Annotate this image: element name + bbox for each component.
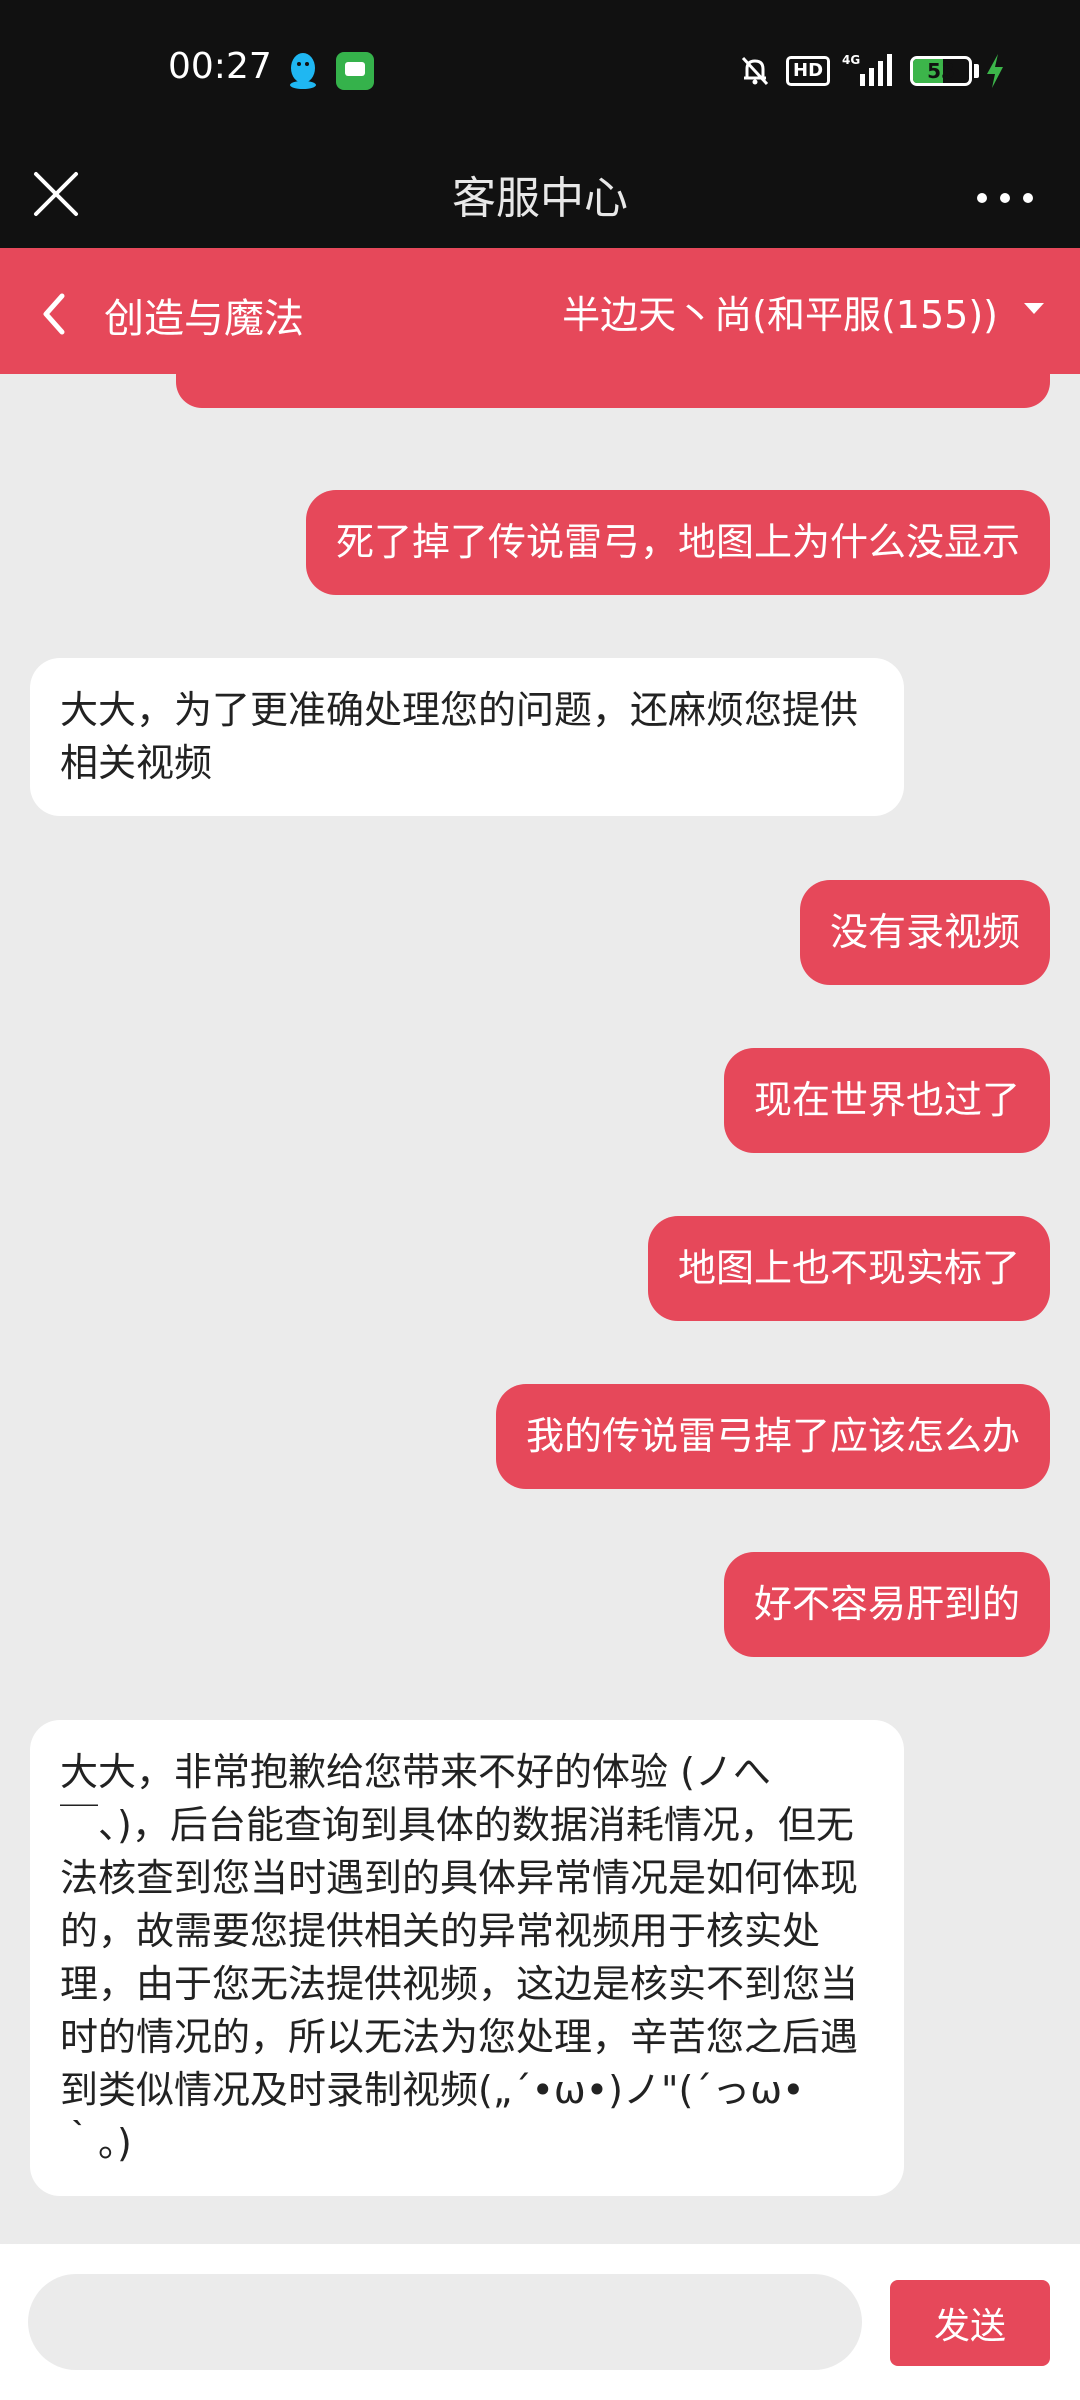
qq-icon (290, 53, 316, 89)
triangle-down-icon (1024, 303, 1044, 314)
battery-level: 53 (927, 59, 955, 83)
page-title: 客服中心 (452, 173, 628, 224)
hd-badge: HD (786, 56, 831, 86)
charging-icon (987, 54, 1003, 88)
signal-icon: 4G (842, 53, 892, 86)
title-bar: 客服中心 (0, 144, 1080, 248)
chat-area[interactable]: 死了掉了传说雷弓，地图上为什么没显示 大大，为了更准确处理您的问题，还麻烦您提供… (0, 374, 1080, 2244)
message-input[interactable] (28, 2274, 862, 2370)
message-bubble-out: 死了掉了传说雷弓，地图上为什么没显示 (305, 490, 1050, 595)
send-button[interactable]: 发送 (890, 2280, 1050, 2366)
message-bubble-out: 没有录视频 (799, 880, 1050, 985)
message-icon (336, 52, 374, 90)
message-bubble-out: 现在世界也过了 (723, 1048, 1050, 1153)
status-time: 00:27 (168, 46, 272, 87)
server-name: 半边天丶尚(和平服(155)) (562, 293, 998, 337)
message-bubble-out: 好不容易肝到的 (723, 1552, 1050, 1657)
server-select[interactable]: 半边天丶尚(和平服(155)) (540, 278, 1060, 342)
game-name[interactable]: 创造与魔法 (104, 286, 304, 344)
game-bar: 创造与魔法 半边天丶尚(和平服(155)) (0, 248, 1080, 374)
message-bubble-in: 大大，非常抱歉给您带来不好的体验 (ノへ￣、)，后台能查询到具体的数据消耗情况，… (30, 1720, 904, 2196)
chevron-left-icon[interactable] (30, 286, 80, 342)
image-message[interactable] (176, 374, 1050, 408)
message-bubble-out: 地图上也不现实标了 (647, 1216, 1050, 1321)
network-label: 4G (842, 53, 860, 67)
mute-icon (741, 56, 769, 86)
message-bubble-out: 我的传说雷弓掉了应该怎么办 (495, 1384, 1050, 1489)
input-bar: 发送 (0, 2244, 1080, 2400)
message-bubble-in: 大大，为了更准确处理您的问题，还麻烦您提供相关视频 (30, 658, 904, 816)
battery-icon: 53 (910, 56, 972, 86)
battery-cap (974, 64, 979, 78)
more-icon[interactable] (970, 170, 1040, 226)
status-bar: 00:27 HD 4G 53 (0, 0, 1080, 144)
